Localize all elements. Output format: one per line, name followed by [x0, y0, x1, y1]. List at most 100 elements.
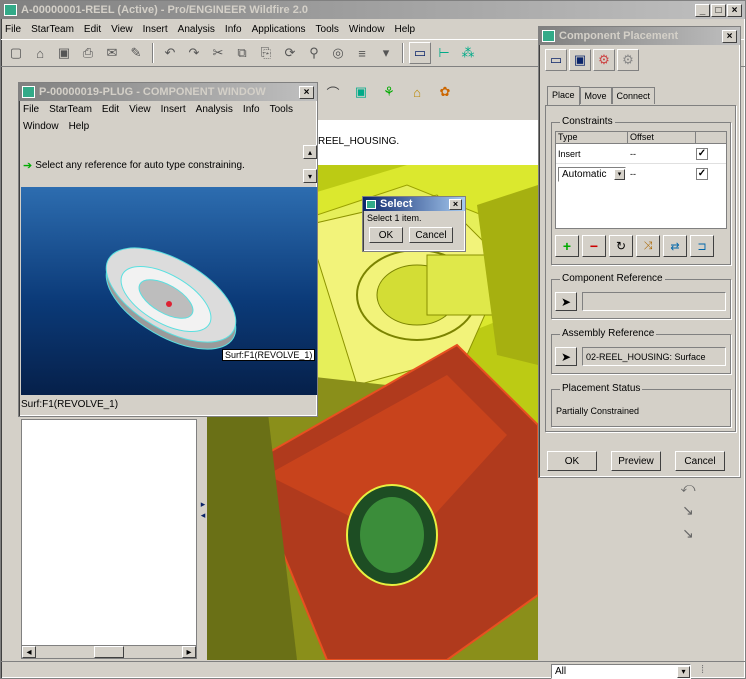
- assembly-icon[interactable]: ⚙: [593, 49, 615, 71]
- menu-edit[interactable]: Edit: [84, 24, 101, 35]
- menu-info[interactable]: Info: [225, 24, 242, 35]
- cut-icon[interactable]: ✂: [207, 42, 229, 64]
- chevron-down-icon[interactable]: ▾: [614, 168, 625, 180]
- open-icon[interactable]: ⌂: [29, 42, 51, 64]
- menu-edit[interactable]: Edit: [102, 104, 119, 115]
- component-viewport[interactable]: Surf:F1(REVOLVE_1): [21, 187, 317, 395]
- color-icon[interactable]: ✿: [434, 81, 456, 103]
- menu-starteam[interactable]: StarTeam: [49, 104, 92, 115]
- scroll-thumb[interactable]: [94, 646, 124, 658]
- constraint-icon-2[interactable]: ↘: [682, 502, 694, 519]
- close-button[interactable]: ×: [722, 29, 737, 43]
- component-reference-field[interactable]: [582, 292, 726, 311]
- dropdown-arrow-icon[interactable]: ▾: [375, 42, 397, 64]
- paste-icon[interactable]: ⎘: [255, 42, 277, 64]
- assume-icon[interactable]: ⊐: [690, 235, 714, 257]
- new-icon[interactable]: ▢: [5, 42, 27, 64]
- model-tree-hscroll[interactable]: ◂ ▸: [21, 645, 197, 659]
- menu-analysis[interactable]: Analysis: [196, 104, 233, 115]
- menu-view[interactable]: View: [111, 24, 133, 35]
- scroll-down-button[interactable]: ▾: [303, 169, 317, 183]
- message-scrollbar[interactable]: ▴ ▾: [303, 145, 317, 185]
- tree-icon[interactable]: ⚘: [378, 81, 400, 103]
- menu-applications[interactable]: Applications: [252, 24, 306, 35]
- menu-insert[interactable]: Insert: [161, 104, 186, 115]
- remove-constraint-button[interactable]: −: [582, 235, 606, 257]
- menu-tools[interactable]: Tools: [316, 24, 339, 35]
- table-row[interactable]: Automatic ▾ -- ✓: [556, 164, 726, 184]
- constraint-icon-3[interactable]: ↘: [682, 525, 694, 542]
- add-constraint-button[interactable]: +: [555, 235, 579, 257]
- menu-analysis[interactable]: Analysis: [178, 24, 215, 35]
- binoculars-icon[interactable]: ◎: [327, 42, 349, 64]
- constraint-type-select[interactable]: Automatic ▾: [558, 166, 626, 182]
- regenerate-icon[interactable]: ⟳: [279, 42, 301, 64]
- column-offset[interactable]: Offset: [628, 132, 696, 143]
- constraint-offset[interactable]: --: [628, 169, 696, 179]
- close-button[interactable]: ×: [727, 3, 742, 17]
- enable-checkbox[interactable]: ✓: [696, 168, 708, 180]
- redo-icon[interactable]: ↷: [183, 42, 205, 64]
- save-icon[interactable]: ▣: [53, 42, 75, 64]
- menu-window[interactable]: Window: [349, 24, 385, 35]
- menu-file[interactable]: File: [23, 104, 39, 115]
- layer-icon[interactable]: ≡: [351, 42, 373, 64]
- tab-connect[interactable]: Connect: [611, 87, 656, 104]
- filter-dropdown[interactable]: All ▾: [551, 664, 691, 679]
- select-ok-button[interactable]: OK: [369, 227, 403, 243]
- display-icon[interactable]: ▣: [350, 81, 372, 103]
- find-icon[interactable]: ⚲: [303, 42, 325, 64]
- column-type[interactable]: Type: [556, 132, 628, 143]
- tab-place[interactable]: Place: [547, 86, 580, 105]
- menu-starteam[interactable]: StarTeam: [31, 24, 74, 35]
- menu-insert[interactable]: Insert: [143, 24, 168, 35]
- tab-move[interactable]: Move: [579, 87, 612, 104]
- constraint-offset[interactable]: --: [628, 149, 696, 159]
- email-icon[interactable]: ✉: [101, 42, 123, 64]
- assembly-reference-field[interactable]: 02-REEL_HOUSING: Surface: [582, 347, 726, 366]
- enable-checkbox[interactable]: ✓: [696, 147, 708, 160]
- scroll-right-button[interactable]: ▸: [182, 646, 196, 658]
- menu-window[interactable]: Window: [23, 121, 59, 132]
- constraint-icon-1[interactable]: ⤺: [681, 479, 696, 496]
- separate-window-icon[interactable]: ▣: [569, 49, 591, 71]
- constraint-pair-icon[interactable]: ⇄: [663, 235, 687, 257]
- close-button[interactable]: ×: [449, 198, 462, 210]
- minimize-button[interactable]: _: [695, 3, 710, 17]
- show-component-icon[interactable]: ▭: [545, 49, 567, 71]
- constraint-type[interactable]: Insert: [556, 149, 628, 159]
- menu-help[interactable]: Help: [69, 121, 90, 132]
- maximize-button[interactable]: □: [711, 3, 726, 17]
- select-arrow-button[interactable]: ➤: [555, 292, 577, 311]
- scroll-left-button[interactable]: ◂: [22, 646, 36, 658]
- mechanism-icon[interactable]: ⚙: [617, 49, 639, 71]
- menu-info[interactable]: Info: [243, 104, 260, 115]
- copy-icon[interactable]: ⧉: [231, 42, 253, 64]
- flip-icon[interactable]: ↻: [609, 235, 633, 257]
- folder-icon[interactable]: ⌂: [406, 81, 428, 103]
- datum-axis-icon[interactable]: ⊢: [433, 42, 455, 64]
- auto-place-icon[interactable]: ⤨: [636, 235, 660, 257]
- placement-cancel-button[interactable]: Cancel: [675, 451, 725, 471]
- menu-help[interactable]: Help: [394, 24, 415, 35]
- send-icon[interactable]: ✎: [125, 42, 147, 64]
- menu-tools[interactable]: Tools: [270, 104, 293, 115]
- menu-view[interactable]: View: [129, 104, 151, 115]
- select-cancel-button[interactable]: Cancel: [409, 227, 453, 243]
- window-icon[interactable]: ▭: [409, 42, 431, 64]
- scroll-up-button[interactable]: ▴: [303, 145, 317, 159]
- select-arrow-button[interactable]: ➤: [555, 347, 577, 366]
- placement-preview-button[interactable]: Preview: [611, 451, 661, 471]
- placement-ok-button[interactable]: OK: [547, 451, 597, 471]
- filter-info-icon[interactable]: ⁞: [701, 664, 704, 676]
- menu-file[interactable]: File: [5, 24, 21, 35]
- sketch-icon[interactable]: ⌒: [322, 81, 344, 103]
- sash-divider[interactable]: ▸ ◂: [199, 419, 207, 659]
- print-icon[interactable]: ⎙: [77, 42, 99, 64]
- close-button[interactable]: ×: [299, 85, 314, 99]
- model-tree-pane[interactable]: [21, 419, 197, 659]
- chevron-down-icon[interactable]: ▾: [677, 665, 690, 678]
- undo-icon[interactable]: ↶: [159, 42, 181, 64]
- table-row[interactable]: Insert -- ✓: [556, 144, 726, 164]
- datum-point-icon[interactable]: ⁂: [457, 42, 479, 64]
